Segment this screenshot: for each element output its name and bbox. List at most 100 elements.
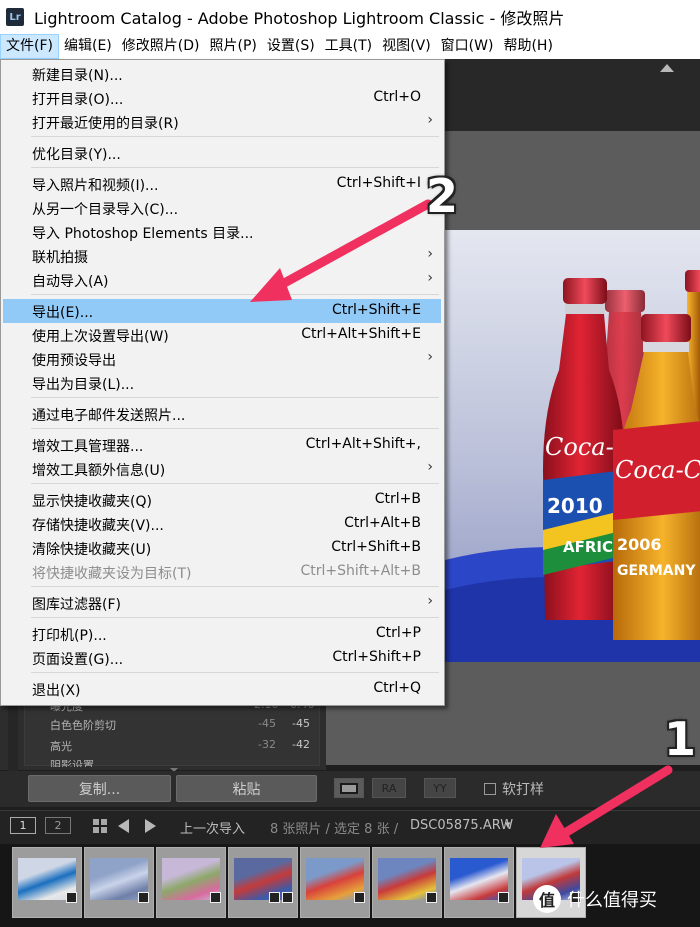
soft-proof-toggle[interactable]: 软打样 bbox=[484, 779, 544, 799]
loupe-view-icon bbox=[340, 782, 358, 794]
submenu-chevron-right-icon: › bbox=[427, 593, 433, 609]
menu-separator bbox=[31, 586, 439, 587]
menu-item-label: 增效工具额外信息(U) bbox=[32, 463, 166, 479]
menu-item-label: 从另一个目录导入(C)... bbox=[32, 202, 179, 218]
menu-item-label: 页面设置(G)... bbox=[32, 652, 124, 668]
menu-item-tethered-capture[interactable]: 联机拍摄 › bbox=[3, 244, 441, 268]
main-window-button[interactable]: 1 bbox=[10, 817, 36, 834]
menu-item-page-setup[interactable]: 页面设置(G)... Ctrl+Shift+P bbox=[3, 646, 441, 670]
menu-item-label: 导出为目录(L)... bbox=[32, 377, 135, 393]
submenu-chevron-right-icon: › bbox=[427, 459, 433, 475]
window-title: Lightroom Catalog - Adobe Photoshop Ligh… bbox=[34, 9, 565, 28]
menu-item-export-with-preset[interactable]: 使用预设导出 › bbox=[3, 347, 441, 371]
title-bar: Lr Lightroom Catalog - Adobe Photoshop L… bbox=[0, 0, 700, 34]
filmstrip-thumbnail[interactable] bbox=[444, 847, 514, 918]
submenu-chevron-right-icon: › bbox=[427, 349, 433, 365]
main-photo[interactable]: Coca-Cola 2010 AFRICA Coca-Cola 2006 GER… bbox=[445, 230, 700, 662]
soft-proof-checkbox[interactable] bbox=[484, 783, 496, 795]
menu-item-import-photos[interactable]: 导入照片和视频(I)... Ctrl+Shift+I bbox=[3, 172, 441, 196]
menu-item-email-photos[interactable]: 通过电子邮件发送照片... bbox=[3, 402, 441, 426]
menu-item-set-quick-collection-target: 将快捷收藏夹设为目标(T) Ctrl+Shift+Alt+B bbox=[3, 560, 441, 584]
forward-arrow-icon[interactable] bbox=[145, 819, 156, 833]
file-menu-dropdown: 新建目录(N)... 打开目录(O)... Ctrl+O 打开最近使用的目录(R) › 优… bbox=[0, 59, 445, 706]
grid-view-icon[interactable] bbox=[93, 819, 107, 833]
menu-view[interactable]: 视图(V) bbox=[377, 34, 436, 59]
filmstrip-thumbnail[interactable] bbox=[12, 847, 82, 918]
history-row-2[interactable]: 白色色阶剪切 bbox=[50, 717, 116, 733]
filmstrip-thumbnail[interactable] bbox=[372, 847, 442, 918]
menu-item-label: 导出(E)... bbox=[32, 305, 94, 321]
menu-item-plugin-extras[interactable]: 增效工具额外信息(U) › bbox=[3, 457, 441, 481]
collapse-top-panel-icon[interactable] bbox=[660, 64, 674, 72]
menu-help[interactable]: 帮助(H) bbox=[498, 34, 557, 59]
menu-item-label: 增效工具管理器... bbox=[32, 439, 144, 455]
menu-separator bbox=[31, 428, 439, 429]
menu-item-save-quick-collection[interactable]: 存储快捷收藏夹(V)... Ctrl+Alt+B bbox=[3, 512, 441, 536]
menu-item-open-recent[interactable]: 打开最近使用的目录(R) › bbox=[3, 110, 441, 134]
menu-item-label: 使用上次设置导出(W) bbox=[32, 329, 169, 345]
filmstrip-source[interactable]: 上一次导入 bbox=[180, 818, 245, 837]
menu-item-shortcut: Ctrl+Q bbox=[373, 680, 421, 696]
menu-item-label: 导入 Photoshop Elements 目录... bbox=[32, 226, 254, 242]
menu-window[interactable]: 窗口(W) bbox=[436, 34, 499, 59]
menu-file[interactable]: 文件(F) bbox=[0, 34, 59, 59]
svg-text:Coca-Cola: Coca-Cola bbox=[615, 456, 700, 484]
copy-settings-button[interactable]: 复制... bbox=[28, 775, 171, 802]
watermark: 值 什么值得买 bbox=[533, 885, 657, 913]
filmstrip-count: 8 张照片 / 选定 8 张 / bbox=[270, 822, 399, 837]
menu-item-open-catalog[interactable]: 打开目录(O)... Ctrl+O bbox=[3, 86, 441, 110]
menu-bar: 文件(F) 编辑(E) 修改照片(D) 照片(P) 设置(S) 工具(T) 视图… bbox=[0, 34, 700, 59]
filmstrip-thumbnail[interactable] bbox=[300, 847, 370, 918]
menu-separator bbox=[31, 617, 439, 618]
menu-item-export-with-previous[interactable]: 使用上次设置导出(W) Ctrl+Alt+Shift+E bbox=[3, 323, 441, 347]
history-row-2-value-a: -45 bbox=[258, 717, 276, 730]
menu-item-plugin-manager[interactable]: 增效工具管理器... Ctrl+Alt+Shift+, bbox=[3, 433, 441, 457]
menu-item-auto-import[interactable]: 自动导入(A) › bbox=[3, 268, 441, 292]
menu-item-printer[interactable]: 打印机(P)... Ctrl+P bbox=[3, 622, 441, 646]
filename-dropdown-icon[interactable]: ▾ bbox=[505, 818, 511, 831]
step-1-label: 1 bbox=[664, 712, 697, 766]
menu-item-label: 将快捷收藏夹设为目标(T) bbox=[32, 566, 192, 582]
menu-item-label: 清除快捷收藏夹(U) bbox=[32, 542, 152, 558]
loupe-view-button[interactable] bbox=[334, 778, 364, 798]
menu-tools[interactable]: 工具(T) bbox=[320, 34, 377, 59]
menu-item-import-elements-catalog[interactable]: 导入 Photoshop Elements 目录... bbox=[3, 220, 441, 244]
watermark-text: 什么值得买 bbox=[567, 890, 657, 911]
history-row-2-value-b: -45 bbox=[292, 717, 310, 730]
menu-item-new-catalog[interactable]: 新建目录(N)... bbox=[3, 62, 441, 86]
menu-develop[interactable]: 修改照片(D) bbox=[117, 34, 205, 59]
filmstrip-thumbnail[interactable] bbox=[84, 847, 154, 918]
menu-edit[interactable]: 编辑(E) bbox=[59, 34, 117, 59]
edited-badge-icon bbox=[282, 892, 293, 903]
menu-item-clear-quick-collection[interactable]: 清除快捷收藏夹(U) Ctrl+Shift+B bbox=[3, 536, 441, 560]
menu-item-import-from-catalog[interactable]: 从另一个目录导入(C)... bbox=[3, 196, 441, 220]
menu-separator bbox=[31, 136, 439, 137]
filmstrip-thumbnail[interactable] bbox=[156, 847, 226, 918]
panel-scrollbar[interactable] bbox=[8, 703, 18, 773]
menu-item-optimize-catalog[interactable]: 优化目录(Y)... bbox=[3, 141, 441, 165]
menu-item-export[interactable]: 导出(E)... Ctrl+Shift+E bbox=[3, 299, 441, 323]
menu-item-export-as-catalog[interactable]: 导出为目录(L)... bbox=[3, 371, 441, 395]
back-arrow-icon[interactable] bbox=[118, 819, 129, 833]
menu-photo[interactable]: 照片(P) bbox=[204, 34, 261, 59]
menu-separator bbox=[31, 483, 439, 484]
menu-item-label: 使用预设导出 bbox=[32, 353, 116, 369]
history-row-3-value-a: -32 bbox=[258, 738, 276, 751]
secondary-window-button[interactable]: 2 bbox=[45, 817, 71, 834]
filmstrip-filename[interactable]: DSC05875.ARW bbox=[410, 818, 513, 833]
before-after-ra-button[interactable]: RA bbox=[372, 778, 406, 798]
before-after-yy-button[interactable]: YY bbox=[424, 778, 456, 798]
menu-item-library-filters[interactable]: 图库过滤器(F) › bbox=[3, 591, 441, 615]
menu-item-exit[interactable]: 退出(X) Ctrl+Q bbox=[3, 677, 441, 701]
paste-settings-button[interactable]: 粘贴 bbox=[176, 775, 317, 802]
menu-item-shortcut: Ctrl+O bbox=[373, 89, 421, 105]
filmstrip-thumbnail[interactable] bbox=[228, 847, 298, 918]
history-row-3[interactable]: 高光 bbox=[50, 738, 72, 754]
svg-text:2010: 2010 bbox=[547, 494, 603, 518]
menu-item-show-quick-collection[interactable]: 显示快捷收藏夹(Q) Ctrl+B bbox=[3, 488, 441, 512]
menu-item-shortcut: Ctrl+B bbox=[374, 491, 421, 507]
menu-settings[interactable]: 设置(S) bbox=[262, 34, 320, 59]
history-row-4[interactable]: 阴影设置 bbox=[50, 757, 94, 767]
menu-item-label: 优化目录(Y)... bbox=[32, 147, 121, 163]
cropped-badge-icon bbox=[269, 892, 280, 903]
